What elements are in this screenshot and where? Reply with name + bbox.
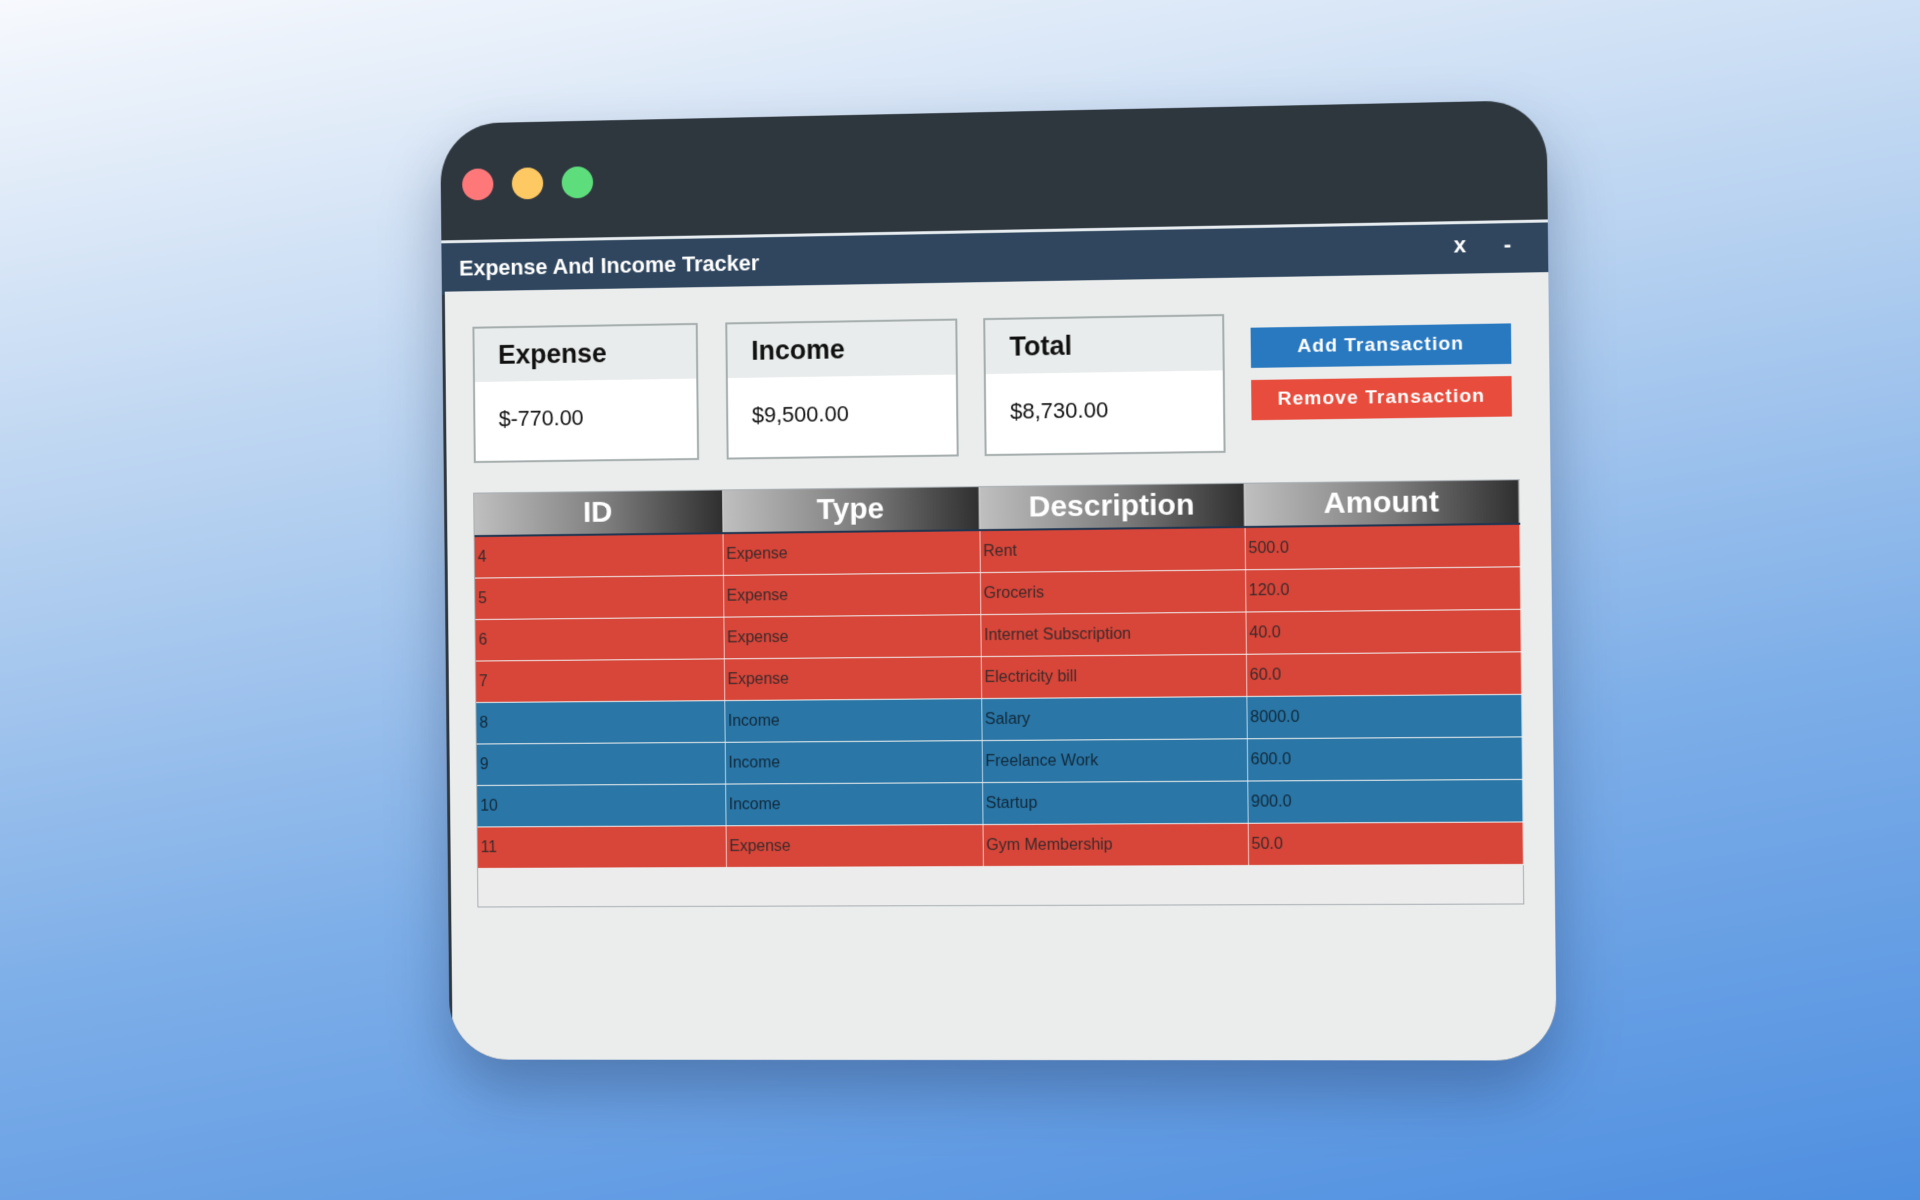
income-card: Income $9,500.00 [725,318,959,460]
cell-description: Freelance Work [981,738,1248,783]
cell-description: Groceris [979,569,1246,615]
cell-type: Income [724,740,983,785]
cell-type: Expense [723,614,981,659]
column-header-amount[interactable]: Amount [1244,480,1520,527]
table-row[interactable]: 8 Income Salary 8000.0 [476,694,1522,745]
expense-card-label: Expense [474,324,697,383]
cell-description: Salary [981,696,1247,741]
minimize-dot-icon[interactable] [511,167,544,200]
cell-description: Electricity bill [980,654,1247,699]
add-transaction-button[interactable]: Add Transaction [1250,323,1512,368]
table-row[interactable]: 11 Expense Gym Membership 50.0 [477,821,1523,869]
cell-type: Expense [722,530,980,576]
column-header-type[interactable]: Type [722,487,980,534]
expense-card-value: $-770.00 [498,405,584,432]
cell-id: 5 [475,575,724,620]
main-content: Expense $-770.00 Income $9,500.00 Total … [444,272,1557,1061]
minimize-button[interactable]: - [1504,231,1512,257]
window-controls [462,166,594,201]
close-button[interactable]: x [1454,232,1467,259]
expense-card: Expense $-770.00 [472,322,700,464]
cell-amount: 500.0 [1244,523,1520,570]
cell-amount: 120.0 [1245,566,1521,613]
cell-amount: 600.0 [1246,736,1522,782]
cell-id: 7 [475,658,725,703]
cell-amount: 900.0 [1247,779,1523,824]
cell-id: 11 [477,825,727,869]
transactions-table: ID Type Description Amount 4 Expense Ren… [473,479,1525,908]
cell-type: Income [725,782,983,826]
cell-type: Expense [723,656,982,701]
income-card-value: $9,500.00 [751,401,849,428]
column-header-id[interactable]: ID [474,490,723,537]
cell-description: Rent [979,526,1246,573]
table-row[interactable]: 10 Income Startup 900.0 [477,779,1523,827]
cell-id: 6 [475,617,724,662]
cell-amount: 60.0 [1245,651,1522,697]
cell-type: Expense [722,572,981,618]
cell-description: Internet Subscription [980,612,1246,657]
app-title: Expense And Income Tracker [459,250,760,281]
remove-transaction-button[interactable]: Remove Transaction [1251,376,1512,421]
cell-description: Startup [982,781,1248,825]
total-card-value: $8,730.00 [1010,397,1109,424]
app-window: Expense And Income Tracker x - Expense $… [440,99,1557,1061]
cell-id: 10 [477,784,726,827]
cell-id: 8 [476,700,725,745]
total-card: Total $8,730.00 [983,314,1226,457]
cell-type: Income [724,698,982,743]
table-row[interactable]: 9 Income Freelance Work 600.0 [476,736,1522,786]
cell-description: Gym Membership [982,823,1249,867]
cell-id: 9 [476,742,726,786]
cell-id: 4 [474,533,723,579]
maximize-dot-icon[interactable] [561,166,594,199]
column-header-description[interactable]: Description [978,483,1245,531]
close-dot-icon[interactable] [462,168,494,201]
cell-amount: 8000.0 [1246,694,1522,739]
cell-amount: 50.0 [1247,821,1523,866]
total-card-label: Total [985,316,1223,375]
cell-amount: 40.0 [1245,609,1521,655]
income-card-label: Income [727,320,956,379]
cell-type: Expense [725,824,983,868]
